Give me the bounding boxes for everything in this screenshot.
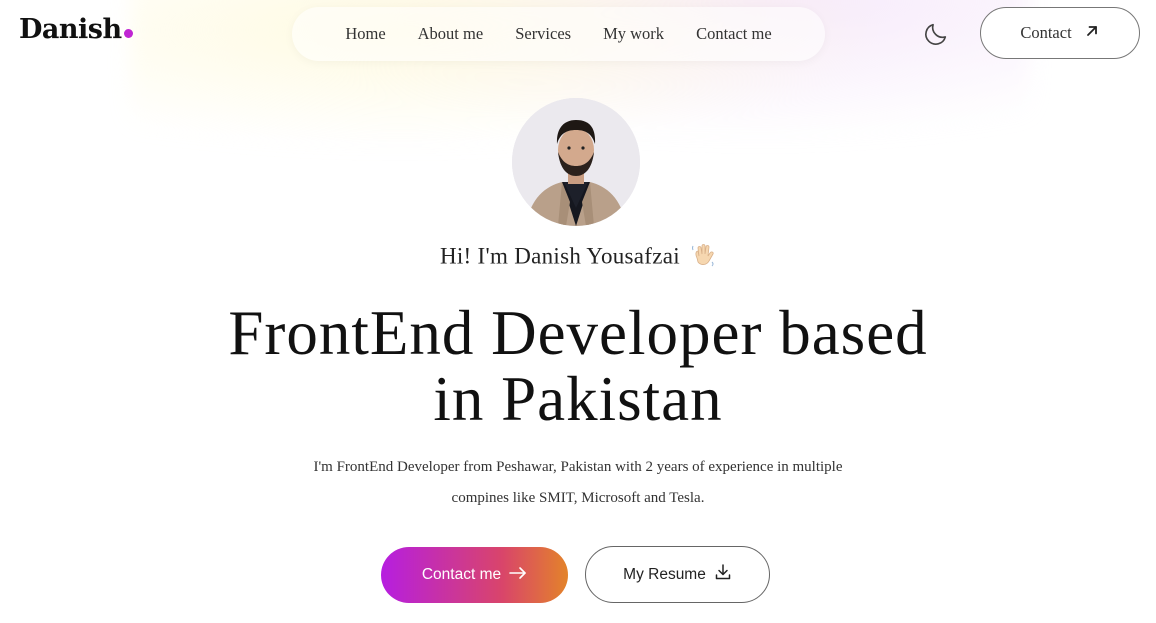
my-resume-button[interactable]: My Resume bbox=[585, 546, 770, 603]
intro-line-1: I'm FrontEnd Developer from Peshawar, Pa… bbox=[313, 459, 843, 475]
logo-text: Danish bbox=[19, 14, 122, 45]
my-resume-button-label: My Resume bbox=[623, 565, 706, 583]
moon-icon[interactable] bbox=[922, 20, 950, 48]
headline-line-2: in Pakistan bbox=[433, 364, 723, 434]
download-icon bbox=[714, 563, 732, 586]
contact-me-button[interactable]: Contact me bbox=[381, 547, 568, 603]
logo[interactable]: Danish bbox=[19, 14, 133, 45]
logo-dot bbox=[123, 29, 133, 38]
hero-intro: I'm FrontEnd Developer from Peshawar, Pa… bbox=[260, 452, 896, 514]
greeting-text: Hi! I'm Danish Yousafzai bbox=[439, 243, 680, 269]
nav-services[interactable]: Services bbox=[515, 24, 571, 44]
hero-headline: FrontEnd Developer based in Pakistan bbox=[0, 300, 1156, 432]
nav-about-me[interactable]: About me bbox=[418, 24, 484, 44]
nav-contact-me[interactable]: Contact me bbox=[696, 24, 772, 44]
arrow-right-icon bbox=[509, 566, 527, 585]
waving-hand-icon bbox=[690, 242, 716, 274]
contact-button[interactable]: Contact bbox=[980, 7, 1140, 59]
profile-avatar bbox=[512, 98, 640, 226]
headline-line-1: FrontEnd Developer based bbox=[228, 298, 928, 368]
nav-home[interactable]: Home bbox=[345, 24, 385, 44]
contact-button-label: Contact bbox=[1020, 23, 1072, 42]
nav-my-work[interactable]: My work bbox=[603, 24, 664, 44]
arrow-up-right-icon bbox=[1084, 23, 1100, 44]
contact-me-button-label: Contact me bbox=[421, 566, 502, 583]
intro-line-2: compines like SMIT, Microsoft and Tesla. bbox=[451, 490, 705, 506]
hero-greeting: Hi! I'm Danish Yousafzai bbox=[0, 242, 1156, 274]
main-nav: Home About me Services My work Contact m… bbox=[292, 7, 825, 61]
